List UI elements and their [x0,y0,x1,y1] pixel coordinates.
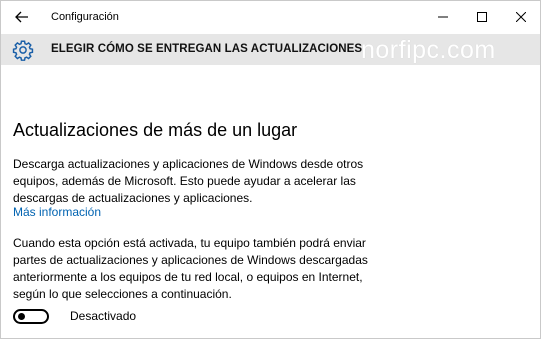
maximize-icon [477,12,487,22]
back-arrow-icon [15,11,28,23]
peer-updates-toggle[interactable] [13,308,49,324]
toggle-label: Desactivado [70,309,137,323]
close-button[interactable] [505,5,537,29]
toggle-knob [18,312,25,320]
section-title: Actualizaciones de más de un lugar [13,120,298,140]
more-info-link[interactable]: Más información [13,205,101,219]
gear-icon [12,40,34,61]
window-title: Configuración [51,11,119,23]
maximize-button[interactable] [466,5,498,29]
page-title: ELEGIR CÓMO SE ENTREGAN LAS ACTUALIZACIO… [51,43,363,55]
watermark: norfipc.com [361,36,496,64]
minimize-icon [438,16,448,18]
back-button[interactable] [9,6,35,28]
page-header: ELEGIR CÓMO SE ENTREGAN LAS ACTUALIZACIO… [1,34,540,65]
close-icon [516,12,526,22]
settings-window: Configuración ELEGIR CÓMO SE ENTREGAN LA… [0,0,541,339]
minimize-button[interactable] [427,5,459,29]
title-bar: Configuración [1,1,540,34]
explanation-paragraph: Cuando esta opción está activada, tu equ… [13,236,368,301]
description-paragraph: Descarga actualizaciones y aplicaciones … [13,157,364,205]
toggle-row: Desactivado [13,308,136,324]
